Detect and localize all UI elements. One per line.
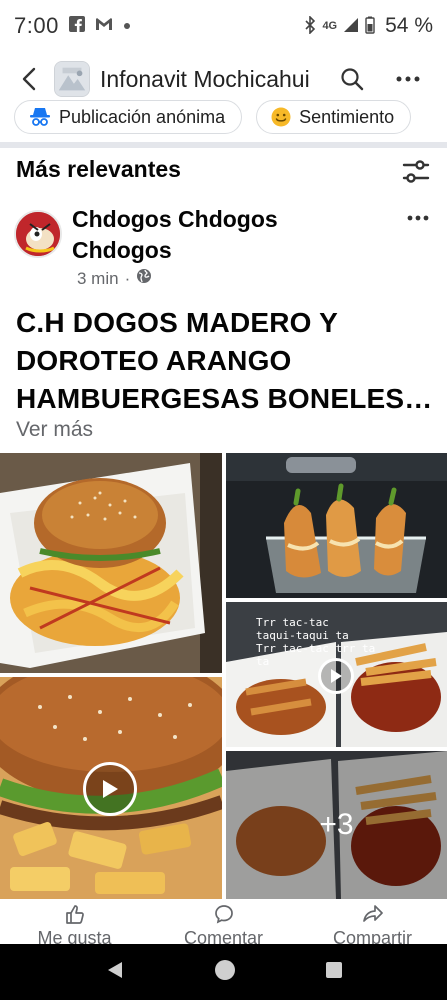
comment-button[interactable]: Comentar [154,904,294,944]
see-more-link[interactable]: Ver más [16,418,93,442]
anonymous-post-chip[interactable]: Publicación anónima [14,100,243,134]
app-header: Infonavit Mochicahui [0,52,447,106]
more-horizontal-icon[interactable] [386,57,430,101]
photo-more-overlay[interactable]: +3 [226,751,447,899]
share-label: Compartir [332,928,412,944]
composer-chips: Publicación anónima Sentimiento [14,100,412,134]
avatar[interactable] [14,210,62,258]
group-thumbnail[interactable] [54,61,90,97]
network-type-label: 4G [322,20,338,32]
post-meta: 3 min · [77,268,152,289]
share-icon [362,904,384,924]
section-title: Más relevantes [16,156,181,182]
post-author[interactable]: Chdogos Chdogos Chdogos [72,204,352,266]
feeling-label: Sentimiento [299,106,395,127]
photo-stuffed-peppers[interactable] [226,453,447,598]
nav-back-icon[interactable] [105,960,125,985]
like-button[interactable]: Me gusta [5,904,145,944]
feeling-chip[interactable]: Sentimiento [256,100,412,134]
comment-icon [214,904,234,924]
share-button[interactable]: Compartir [303,904,443,944]
thumbs-up-icon [65,904,85,924]
nav-recents-icon[interactable] [325,961,343,984]
more-photos-count[interactable]: +3 [226,751,447,899]
facebook-icon [68,15,85,37]
post-text-line: C.H DOGOS MADERO Y [16,307,339,338]
page-title[interactable]: Infonavit Mochicahui [100,66,322,93]
play-icon[interactable] [318,658,354,694]
post-actions: Me gusta Comentar Compartir [0,904,447,944]
status-bar: 7:00 4G 54 % [0,0,447,52]
back-arrow-icon[interactable] [12,59,46,99]
system-navbar [0,944,447,1000]
dot-icon [123,17,131,35]
more-horizontal-icon[interactable] [403,206,433,230]
section-divider [0,142,447,148]
post-text-line: HAMBUERGESAS BONELES… [16,383,433,414]
battery-icon [365,16,375,37]
search-icon[interactable] [330,57,374,101]
video-caption: Trr tac-tac taqui-taqui ta Trr tac-tac t… [256,616,376,668]
battery-percent: 54 % [385,14,433,37]
play-icon[interactable] [83,762,137,816]
like-label: Me gusta [37,928,112,944]
signal-icon [343,17,359,36]
smile-icon [271,107,291,127]
post-text: C.H DOGOS MADERO Y DOROTEO ARANGO HAMBUE… [16,304,436,418]
anonymous-post-label: Publicación anónima [59,106,226,127]
anonymous-icon [29,107,51,127]
photo-grid: Trr tac-tac taqui-taqui ta Trr tac-tac t… [0,453,447,903]
post-text-line: DOROTEO ARANGO [16,345,292,376]
photo-burger-fries[interactable] [0,453,222,673]
comment-label: Comentar [183,928,264,944]
sliders-icon[interactable] [401,158,431,186]
globe-icon [136,268,152,289]
status-time: 7:00 [14,13,59,38]
nav-home-icon[interactable] [214,959,236,986]
post-time[interactable]: 3 min [77,269,119,289]
bluetooth-icon [304,14,316,37]
gmail-icon [95,17,113,36]
